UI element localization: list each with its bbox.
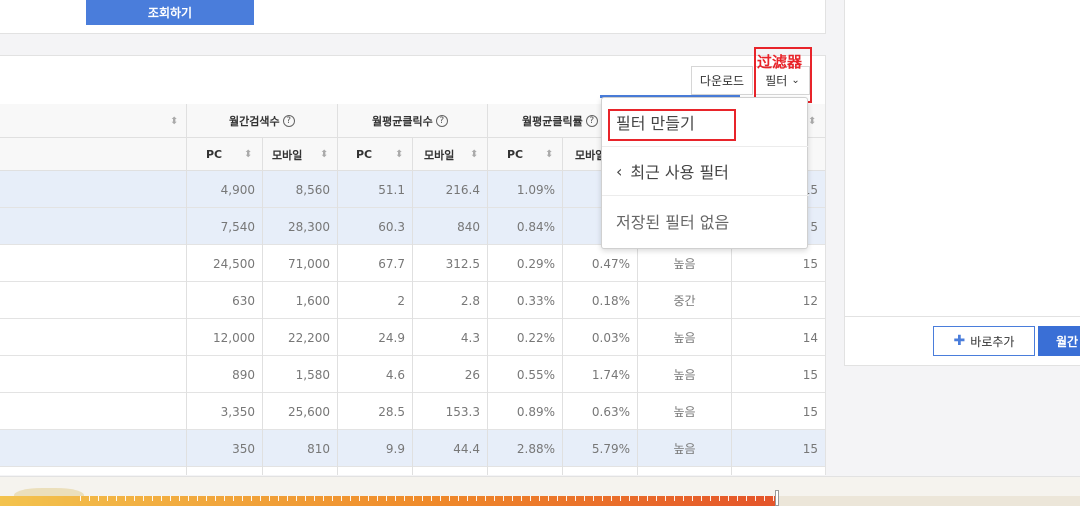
filter-annotation-label: 过滤器 — [757, 53, 803, 71]
quick-add-label: 바로추가 — [970, 334, 1015, 349]
subheader-mobile[interactable]: 모바일 — [424, 138, 454, 171]
table-row[interactable]: 3,350 25,600 28.5 153.3 0.89% 0.63% 높음 15 — [0, 393, 825, 430]
no-saved-filters-text: 저장된 필터 없음 — [602, 196, 809, 245]
search-panel: 조회하기 — [0, 0, 826, 34]
help-icon[interactable]: ? — [282, 115, 295, 127]
recent-filters-label: 최근 사용 필터 — [630, 163, 729, 182]
divider — [0, 476, 1080, 477]
playhead-handle[interactable] — [775, 490, 779, 506]
column-divider — [262, 138, 263, 475]
sort-icon[interactable]: ⬍ — [545, 138, 553, 171]
table-row[interactable]: 630 1,600 2 2.8 0.33% 0.18% 중간 12 — [0, 282, 825, 319]
subheader-pc[interactable]: PC — [206, 138, 222, 171]
table-row[interactable]: 24,500 71,000 67.7 312.5 0.29% 0.47% 높음 15 — [0, 245, 825, 282]
query-button[interactable]: 조회하기 — [86, 0, 254, 25]
sort-icon[interactable]: ⬍ — [320, 138, 328, 171]
quick-add-button[interactable]: ✚ 바로추가 — [933, 326, 1035, 356]
create-filter-annotation-box — [608, 109, 736, 141]
progress-ticks — [80, 496, 780, 501]
header-label: 월간검색수 — [229, 115, 280, 128]
side-divider — [845, 316, 1080, 317]
column-divider — [562, 138, 563, 475]
side-panel: ✚ 바로추가 — [844, 0, 1080, 366]
subheader-mobile[interactable]: 모바일 — [272, 138, 302, 171]
no-saved-filters-label: 저장된 필터 없음 — [616, 212, 730, 232]
table-cell: 14 — [802, 330, 818, 345]
sort-icon[interactable]: ⬍ — [395, 138, 403, 171]
download-button[interactable]: 다운로드 — [691, 66, 753, 95]
table-row[interactable]: 350 810 9.9 44.4 2.88% 5.79% 높음 15 — [0, 430, 825, 467]
monthly-button[interactable]: 월간 — [1038, 326, 1080, 356]
table-cell: 15 — [802, 441, 818, 456]
subheader-pc[interactable]: PC — [356, 138, 372, 171]
sort-icon[interactable]: ⬍ — [808, 104, 816, 138]
column-divider — [487, 104, 488, 475]
plus-icon: ✚ — [953, 333, 966, 349]
column-divider — [186, 104, 187, 475]
recent-filters-item[interactable]: ‹ 최근 사용 필터 — [602, 147, 809, 196]
table-cell: 15 — [802, 256, 818, 271]
column-divider — [412, 138, 413, 475]
playback-bar — [0, 476, 1080, 506]
subheader-pc[interactable]: PC — [507, 138, 523, 171]
table-cell: 15 — [802, 404, 818, 419]
column-divider — [337, 104, 338, 475]
header-monthly-ctr: 월평균클릭률 ? — [522, 104, 598, 138]
help-icon[interactable]: ? — [585, 115, 598, 127]
header-label: 월평균클릭수 — [372, 115, 433, 128]
sort-icon[interactable]: ⬍ — [244, 138, 252, 171]
chevron-left-icon: ‹ — [616, 161, 623, 181]
header-monthly-searches: 월간검색수 ? — [229, 104, 295, 138]
help-icon[interactable]: ? — [435, 115, 448, 127]
table-row[interactable]: 890 1,580 4.6 26 0.55% 1.74% 높음 15 — [0, 356, 825, 393]
sort-icon[interactable]: ⬍ — [170, 104, 178, 138]
header-label: 월평균클릭률 — [522, 115, 583, 128]
table-cell: 12 — [802, 293, 818, 308]
sort-icon[interactable]: ⬍ — [470, 138, 478, 171]
header-monthly-clicks: 월평균클릭수 ? — [372, 104, 448, 138]
table-cell: 15 — [802, 367, 818, 382]
table-row[interactable]: 12,000 22,200 24.9 4.3 0.22% 0.03% 높음 14 — [0, 319, 825, 356]
